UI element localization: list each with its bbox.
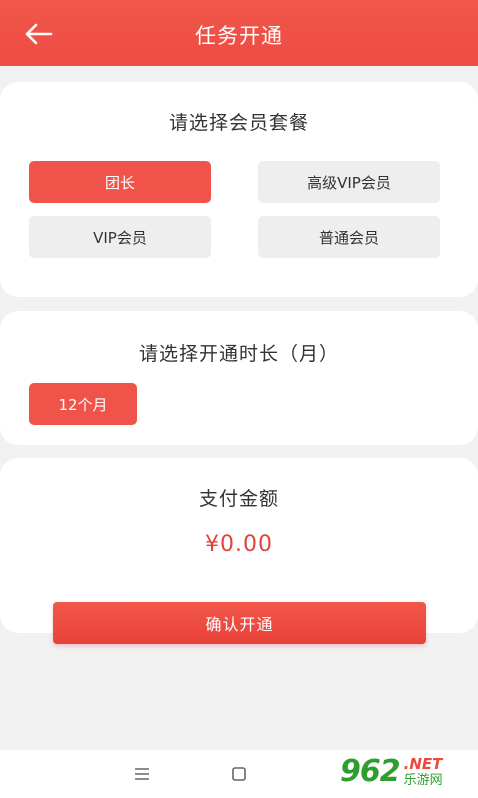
duration-card: 请选择开通时长（月） 12个月 xyxy=(0,311,478,445)
watermark-number: 962 xyxy=(340,754,401,789)
duration-title: 请选择开通时长（月） xyxy=(138,343,339,365)
option-team-leader[interactable]: 团长 xyxy=(29,161,211,203)
watermark-sitename: 乐游网 xyxy=(403,773,443,788)
option-vip[interactable]: VIP会员 xyxy=(29,216,211,258)
option-regular[interactable]: 普通会员 xyxy=(258,216,440,258)
menu-icon[interactable] xyxy=(132,764,152,784)
watermark-logo: 962 .NET 乐游网 xyxy=(340,750,472,794)
membership-title: 请选择会员套餐 xyxy=(168,112,309,134)
option-12-months[interactable]: 12个月 xyxy=(29,383,137,425)
page-title: 任务开通 xyxy=(195,24,283,48)
option-premium-vip[interactable]: 高级VIP会员 xyxy=(258,161,440,203)
payment-title: 支付金额 xyxy=(198,488,279,510)
app-header: 任务开通 xyxy=(0,0,478,66)
home-square-icon[interactable] xyxy=(229,764,249,784)
confirm-button[interactable]: 确认开通 xyxy=(53,602,426,644)
membership-card: 请选择会员套餐 团长 高级VIP会员 VIP会员 普通会员 xyxy=(0,82,478,297)
payment-amount: ¥0.00 xyxy=(205,532,273,557)
watermark-net: .NET xyxy=(403,755,443,773)
